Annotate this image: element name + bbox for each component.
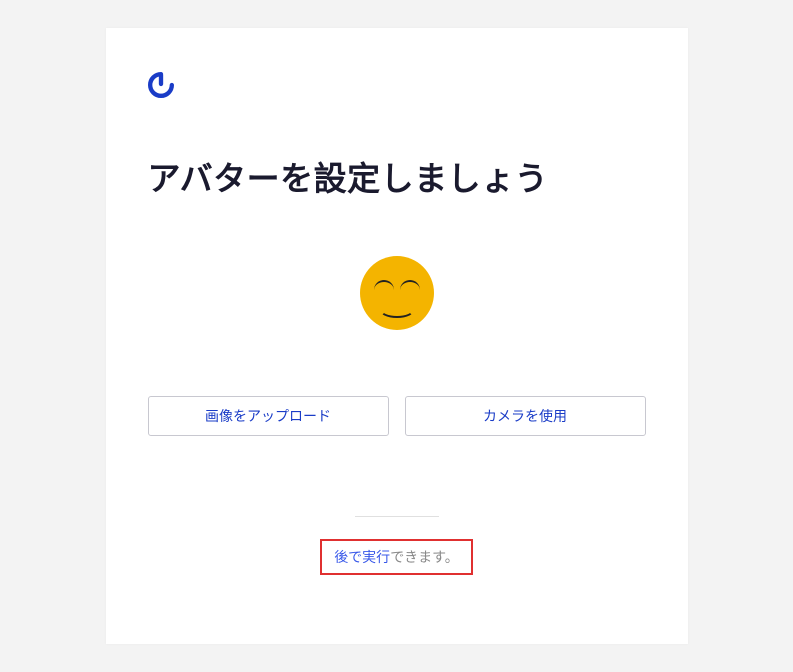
page-title: アバターを設定しましょう xyxy=(148,152,646,200)
upload-image-button[interactable]: 画像をアップロード xyxy=(148,396,389,436)
use-camera-button[interactable]: カメラを使用 xyxy=(405,396,646,436)
skip-link[interactable]: 後で実行 xyxy=(334,549,390,565)
gravatar-logo-icon xyxy=(148,72,174,98)
avatar-preview-area xyxy=(148,256,646,330)
action-buttons: 画像をアップロード カメラを使用 xyxy=(148,396,646,436)
skip-container: 後で実行できます。 xyxy=(148,539,646,575)
skip-highlight: 後で実行できます。 xyxy=(320,539,473,575)
smiley-avatar-icon xyxy=(360,256,434,330)
divider xyxy=(355,516,439,517)
setup-card: アバターを設定しましょう 画像をアップロード カメラを使用 後で実行できます。 xyxy=(106,28,688,644)
skip-text: できます。 xyxy=(390,549,459,565)
